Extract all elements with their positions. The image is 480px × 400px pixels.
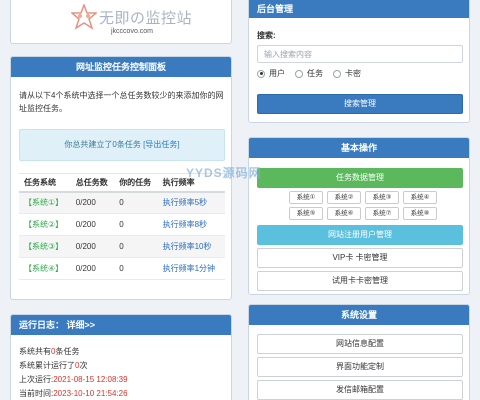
system-8-button[interactable]: 系统⑧ bbox=[403, 207, 437, 220]
task-data-button[interactable]: 任务数据管理 bbox=[257, 168, 463, 188]
log-value: 2023-10-10 21:54:26 bbox=[53, 389, 128, 398]
header-system: 任务系统 bbox=[19, 173, 71, 193]
system-2-button[interactable]: 系统② bbox=[327, 191, 361, 204]
watermark: YYDS源码网 bbox=[186, 166, 262, 180]
settings-panel-title: 系统设置 bbox=[249, 305, 469, 325]
search-manage-button[interactable]: 搜索管理 bbox=[257, 94, 463, 114]
vip-card-button[interactable]: VIP卡 卡密管理 bbox=[257, 248, 463, 268]
radio-dot[interactable] bbox=[333, 69, 341, 78]
log-suffix: 次 bbox=[79, 361, 88, 370]
header-mine: 你的任务 bbox=[114, 173, 158, 193]
radio-user[interactable]: 用户 bbox=[257, 68, 285, 79]
frequency-link[interactable]: 执行频率1分钟 bbox=[157, 257, 225, 280]
my-tasks: 0 bbox=[114, 235, 158, 258]
radio-card[interactable]: 卡密 bbox=[333, 68, 361, 79]
task-panel-title: 网址监控任务控制面板 bbox=[11, 57, 231, 77]
log-label: 系统累计运行了 bbox=[19, 361, 75, 370]
system-3-button[interactable]: 系统③ bbox=[365, 191, 399, 204]
export-tasks-link[interactable]: [导出任务] bbox=[143, 140, 179, 149]
system-link[interactable]: 【系统③】 bbox=[19, 235, 71, 258]
log-run-count: 系统累计运行了0次 bbox=[19, 360, 87, 371]
admin-panel: 后台管理 搜索: 用户 任务 卡密 搜索管理 bbox=[248, 0, 470, 123]
header-total: 总任务数 bbox=[70, 173, 115, 193]
task-systems-table: 任务系统 总任务数 你的任务 执行频率 【系统①】 0/200 0 执行频率5秒… bbox=[19, 173, 225, 280]
task-count-text: 你总共建立了0条任务 bbox=[64, 140, 141, 149]
logo-name: 无即の监控站 bbox=[99, 9, 193, 27]
logo-panel: 无即の监控站 jkcccovo.com bbox=[10, 0, 232, 44]
log-label: 系统共有 bbox=[19, 347, 51, 356]
frequency-link[interactable]: 执行频率10秒 bbox=[157, 235, 225, 258]
log-last-run: 上次运行:2021-08-15 12:08:39 bbox=[19, 374, 128, 385]
system-4-button[interactable]: 系统④ bbox=[403, 191, 437, 204]
log-detail-link[interactable]: 详细>> bbox=[67, 320, 96, 330]
admin-panel-title: 后台管理 bbox=[249, 0, 469, 18]
system-6-button[interactable]: 系统⑥ bbox=[327, 207, 361, 220]
total-tasks: 0/200 bbox=[70, 235, 115, 258]
radio-task[interactable]: 任务 bbox=[295, 68, 323, 79]
log-suffix: 条任务 bbox=[55, 347, 80, 356]
register-users-button[interactable]: 网站注册用户管理 bbox=[257, 225, 463, 245]
system-1-button[interactable]: 系统① bbox=[289, 191, 323, 204]
system-7-button[interactable]: 系统⑦ bbox=[365, 207, 399, 220]
table-row: 【系统②】 0/200 0 执行频率8秒 bbox=[19, 213, 225, 236]
ops-panel-title: 基本操作 bbox=[249, 138, 469, 158]
total-tasks: 0/200 bbox=[70, 213, 115, 236]
mail-config-button[interactable]: 发信邮箱配置 bbox=[257, 380, 463, 400]
star-logo-icon bbox=[71, 4, 97, 30]
site-logo[interactable]: 无即の监控站 jkcccovo.com bbox=[71, 0, 201, 40]
run-log-panel: 运行日志： 详细>> 系统共有0条任务 系统累计运行了0次 上次运行:2021-… bbox=[10, 314, 232, 400]
frequency-link[interactable]: 执行频率8秒 bbox=[157, 213, 225, 236]
my-tasks: 0 bbox=[114, 213, 158, 236]
site-info-button[interactable]: 网站信息配置 bbox=[257, 334, 463, 354]
total-tasks: 0/200 bbox=[70, 257, 115, 280]
log-label: 当前时间: bbox=[19, 389, 54, 398]
search-input[interactable] bbox=[257, 45, 463, 63]
system-button-grid: 系统① 系统② 系统③ 系统④ 系统⑤ 系统⑥ 系统⑦ 系统⑧ bbox=[289, 191, 439, 220]
search-type-radios: 用户 任务 卡密 bbox=[257, 68, 371, 79]
log-panel-header: 运行日志： 详细>> bbox=[11, 315, 231, 335]
system-link[interactable]: 【系统④】 bbox=[19, 257, 71, 280]
log-label: 上次运行: bbox=[19, 375, 54, 384]
ui-customize-button[interactable]: 界面功能定制 bbox=[257, 357, 463, 377]
log-current-time: 当前时间:2023-10-10 21:54:26 bbox=[19, 388, 128, 399]
log-panel-title: 运行日志： bbox=[19, 320, 65, 330]
system-settings-panel: 系统设置 网站信息配置 界面功能定制 发信邮箱配置 bbox=[248, 304, 470, 400]
total-tasks: 0/200 bbox=[70, 191, 115, 214]
log-value: 2021-08-15 12:08:39 bbox=[53, 375, 128, 384]
table-row: 【系统①】 0/200 0 执行频率5秒 bbox=[19, 191, 225, 214]
system-link[interactable]: 【系统②】 bbox=[19, 213, 71, 236]
task-count-notice: 你总共建立了0条任务 [导出任务] bbox=[19, 129, 225, 161]
trial-card-button[interactable]: 试用卡卡密管理 bbox=[257, 271, 463, 291]
radio-dot[interactable] bbox=[295, 69, 303, 78]
radio-label: 用户 bbox=[269, 69, 285, 78]
frequency-link[interactable]: 执行频率5秒 bbox=[157, 191, 225, 214]
task-intro-text: 请从以下4个系统中选择一个总任务数较少的来添加你的网址监控任务。 bbox=[19, 91, 224, 113]
search-label: 搜索: bbox=[257, 31, 276, 40]
radio-dot-selected[interactable] bbox=[257, 69, 265, 78]
logo-domain: jkcccovo.com bbox=[111, 28, 154, 35]
table-row: 【系统④】 0/200 0 执行频率1分钟 bbox=[19, 257, 225, 280]
system-link[interactable]: 【系统①】 bbox=[19, 191, 71, 214]
log-total-tasks: 系统共有0条任务 bbox=[19, 346, 79, 357]
radio-label: 任务 bbox=[307, 69, 323, 78]
radio-label: 卡密 bbox=[345, 69, 361, 78]
my-tasks: 0 bbox=[114, 257, 158, 280]
my-tasks: 0 bbox=[114, 191, 158, 214]
system-5-button[interactable]: 系统⑤ bbox=[289, 207, 323, 220]
table-row: 【系统③】 0/200 0 执行频率10秒 bbox=[19, 235, 225, 258]
basic-operations-panel: 基本操作 任务数据管理 系统① 系统② 系统③ 系统④ 系统⑤ 系统⑥ 系统⑦ … bbox=[248, 137, 470, 295]
